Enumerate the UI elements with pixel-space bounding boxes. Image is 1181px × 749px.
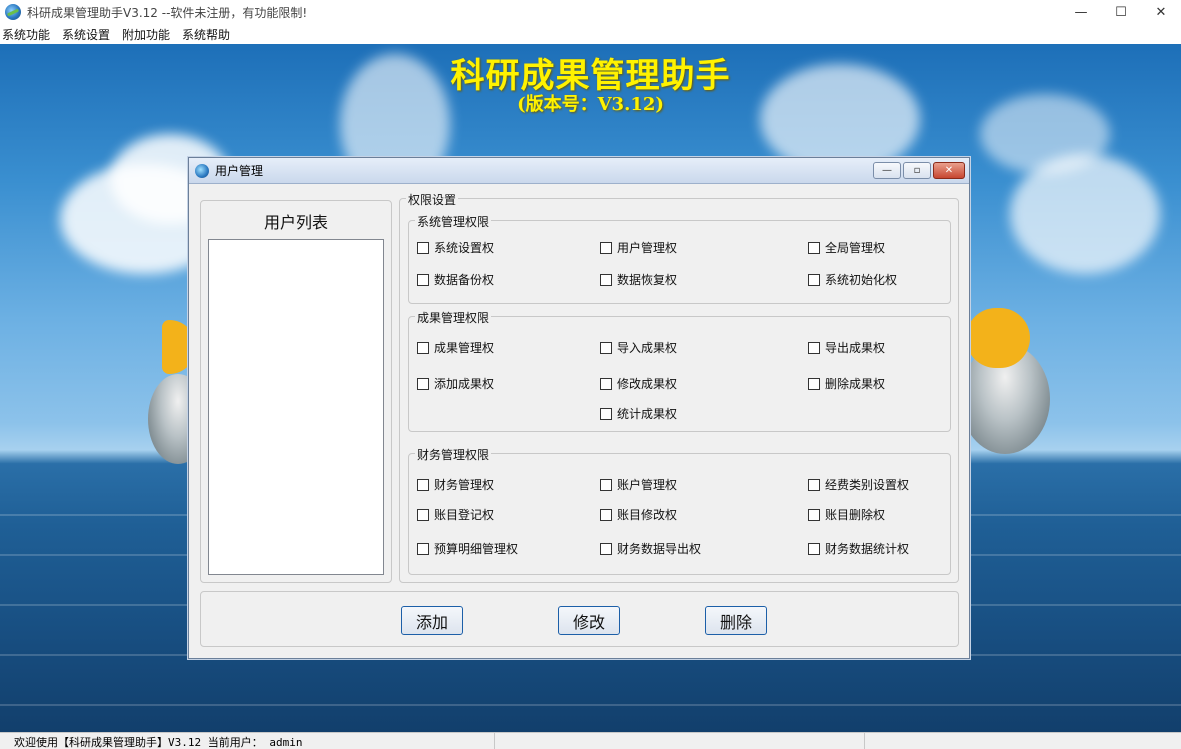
checkbox-box[interactable]: [417, 341, 429, 354]
checkbox-add-results[interactable]: 添加成果权: [417, 375, 494, 392]
permission-settings-panel: 权限设置 系统管理权限 系统设置权 用户管理权 全局管理权 数据备份权 数据恢复…: [399, 191, 959, 583]
checkbox-box[interactable]: [600, 273, 612, 286]
close-button[interactable]: ✕: [1141, 0, 1181, 24]
checkbox-box[interactable]: [417, 377, 429, 390]
user-listbox[interactable]: [208, 239, 384, 575]
dialog-titlebar[interactable]: 用户管理 — ▫ ✕: [189, 158, 969, 184]
add-button[interactable]: 添加: [401, 606, 463, 635]
action-button-panel: 添加 修改 删除: [200, 591, 959, 647]
checkbox-data-restore[interactable]: 数据恢复权: [600, 271, 677, 288]
checkbox-box[interactable]: [808, 377, 820, 390]
logo-decoration: [966, 308, 1030, 368]
checkbox-box[interactable]: [417, 508, 429, 521]
checkbox-results-management[interactable]: 成果管理权: [417, 339, 494, 356]
checkbox-box[interactable]: [600, 542, 612, 555]
checkbox-ledger-delete[interactable]: 账目删除权: [808, 506, 885, 523]
checkbox-finance-export[interactable]: 财务数据导出权: [600, 540, 701, 557]
checkbox-ledger-entry[interactable]: 账目登记权: [417, 506, 494, 523]
results-permission-legend: 成果管理权限: [415, 309, 492, 326]
dialog-close-button[interactable]: ✕: [933, 162, 965, 179]
results-permission-group: 成果管理权限 成果管理权 导入成果权 导出成果权 添加成果权 修改成果权 删除成…: [408, 309, 951, 432]
checkbox-delete-results[interactable]: 删除成果权: [808, 375, 885, 392]
checkbox-user-management[interactable]: 用户管理权: [600, 239, 677, 256]
user-list-panel: 用户列表: [200, 200, 392, 583]
dialog-maximize-button[interactable]: ▫: [903, 162, 931, 179]
user-list-title: 用户列表: [263, 213, 328, 232]
user-management-dialog: 用户管理 — ▫ ✕ 用户列表 权限设置 系统管理权限 系统设置权 用户管理权 …: [188, 157, 970, 659]
checkbox-box[interactable]: [808, 508, 820, 521]
menu-system-help[interactable]: 系统帮助: [180, 26, 232, 43]
checkbox-box[interactable]: [600, 341, 612, 354]
status-segment: [865, 733, 1181, 749]
checkbox-global-management[interactable]: 全局管理权: [808, 239, 885, 256]
checkbox-budget-detail[interactable]: 预算明细管理权: [417, 540, 518, 557]
menu-system-settings[interactable]: 系统设置: [60, 26, 112, 43]
menu-system-functions[interactable]: 系统功能: [0, 26, 52, 43]
checkbox-finance-stats[interactable]: 财务数据统计权: [808, 540, 909, 557]
dialog-title: 用户管理: [215, 164, 264, 178]
system-permission-group: 系统管理权限 系统设置权 用户管理权 全局管理权 数据备份权 数据恢复权 系统初…: [408, 213, 951, 304]
app-globe-icon: [5, 4, 21, 20]
menu-bar: 系统功能 系统设置 附加功能 系统帮助: [0, 24, 1181, 44]
checkbox-system-settings[interactable]: 系统设置权: [417, 239, 494, 256]
checkbox-box[interactable]: [808, 542, 820, 555]
checkbox-box[interactable]: [600, 377, 612, 390]
banner-version: (版本号：V3.12): [517, 94, 664, 115]
finance-permission-legend: 财务管理权限: [415, 446, 492, 463]
minimize-button[interactable]: —: [1061, 0, 1101, 24]
maximize-button[interactable]: ☐: [1101, 0, 1141, 24]
checkbox-box[interactable]: [808, 341, 820, 354]
status-bar: 欢迎使用【科研成果管理助手】V3.12 当前用户： admin: [0, 732, 1181, 749]
checkbox-box[interactable]: [600, 407, 612, 420]
window-titlebar: 科研成果管理助手V3.12 --软件未注册，有功能限制! — ☐ ✕: [0, 0, 1181, 24]
checkbox-box[interactable]: [417, 542, 429, 555]
checkbox-stats-results[interactable]: 统计成果权: [600, 405, 677, 422]
checkbox-fund-category-settings[interactable]: 经费类别设置权: [808, 476, 909, 493]
checkbox-box[interactable]: [417, 273, 429, 286]
cloud-decoration: [1010, 154, 1160, 274]
checkbox-ledger-edit[interactable]: 账目修改权: [600, 506, 677, 523]
checkbox-export-results[interactable]: 导出成果权: [808, 339, 885, 356]
menu-additional-functions[interactable]: 附加功能: [120, 26, 172, 43]
checkbox-box[interactable]: [417, 478, 429, 491]
checkbox-data-backup[interactable]: 数据备份权: [417, 271, 494, 288]
status-welcome: 欢迎使用【科研成果管理助手】V3.12 当前用户： admin: [0, 733, 495, 749]
checkbox-edit-results[interactable]: 修改成果权: [600, 375, 677, 392]
status-segment: [495, 733, 865, 749]
dialog-globe-icon: [195, 163, 209, 178]
dialog-minimize-button[interactable]: —: [873, 162, 901, 179]
checkbox-box[interactable]: [600, 508, 612, 521]
system-permission-legend: 系统管理权限: [415, 213, 492, 230]
finance-permission-group: 财务管理权限 财务管理权 账户管理权 经费类别设置权 账目登记权 账目修改权 账…: [408, 446, 951, 575]
checkbox-import-results[interactable]: 导入成果权: [600, 339, 677, 356]
checkbox-box[interactable]: [808, 241, 820, 254]
permission-settings-legend: 权限设置: [406, 191, 459, 208]
checkbox-account-management[interactable]: 账户管理权: [600, 476, 677, 493]
edit-button[interactable]: 修改: [558, 606, 620, 635]
checkbox-box[interactable]: [600, 478, 612, 491]
checkbox-box[interactable]: [417, 241, 429, 254]
checkbox-finance-management[interactable]: 财务管理权: [417, 476, 494, 493]
checkbox-box[interactable]: [808, 273, 820, 286]
window-title: 科研成果管理助手V3.12 --软件未注册，有功能限制!: [27, 5, 308, 20]
window-controls: — ☐ ✕: [1061, 0, 1181, 24]
delete-button[interactable]: 删除: [705, 606, 767, 635]
checkbox-system-init[interactable]: 系统初始化权: [808, 271, 897, 288]
checkbox-box[interactable]: [600, 241, 612, 254]
checkbox-box[interactable]: [808, 478, 820, 491]
dialog-controls: — ▫ ✕: [873, 162, 965, 179]
